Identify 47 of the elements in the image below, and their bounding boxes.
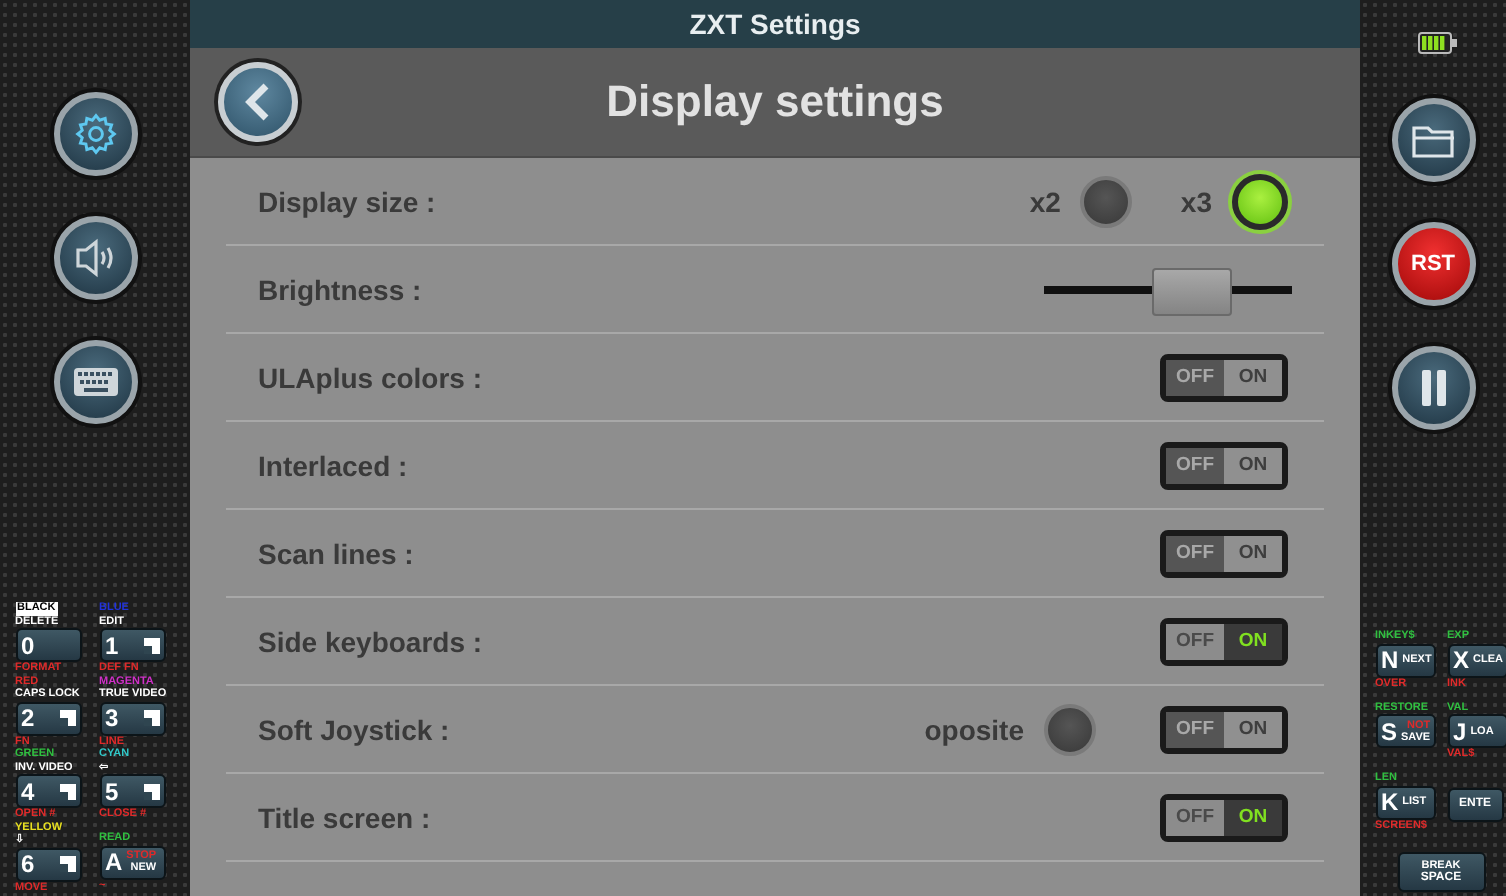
keyboard-key[interactable]: 1 (99, 628, 165, 662)
option-label: x2 (1029, 185, 1061, 217)
pause-button[interactable] (1391, 346, 1475, 430)
settings-icon (73, 112, 117, 156)
keyboard-key[interactable]: 0 (15, 628, 81, 662)
block-graphic-icon (59, 783, 75, 799)
option-label: oposite (924, 713, 1024, 745)
keyboard-key[interactable]: 2 (15, 701, 81, 735)
radio-button[interactable] (1232, 173, 1288, 229)
block-graphic-icon (143, 637, 159, 653)
keyboard-key[interactable]: 3 (99, 701, 165, 735)
keyboard-key[interactable]: 6 (15, 847, 81, 881)
keyboard-button[interactable] (53, 340, 137, 424)
block-graphic-icon (143, 783, 159, 799)
back-icon (244, 82, 272, 122)
setting-label: Side keyboards : (258, 625, 483, 657)
setting-label: ULAplus colors : (258, 361, 483, 393)
back-button[interactable] (218, 62, 298, 142)
keyboard-key[interactable]: 5 (99, 774, 165, 808)
settings-button[interactable] (53, 92, 137, 176)
setting-label: Display size : (258, 185, 436, 217)
setting-label: Title screen : (258, 801, 431, 833)
reset-button[interactable]: RST (1391, 222, 1475, 306)
speaker-icon (73, 238, 117, 278)
sound-button[interactable] (53, 216, 137, 300)
setting-label: Interlaced : (258, 449, 408, 481)
folder-button[interactable] (1391, 98, 1475, 182)
setting-label: Brightness : (258, 273, 422, 305)
toggle-switch[interactable]: OFF ON (1160, 617, 1288, 665)
toggle-switch[interactable]: OFF ON (1160, 793, 1288, 841)
battery-icon (1417, 32, 1457, 54)
setting-label: Soft Joystick : (258, 713, 450, 745)
slider-thumb[interactable] (1152, 267, 1233, 315)
radio-button[interactable] (1044, 703, 1096, 755)
block-graphic-icon (143, 710, 159, 726)
folder-icon (1409, 120, 1457, 160)
page-title: Display settings (606, 76, 944, 128)
keyboard-icon (71, 366, 119, 398)
option-label: x3 (1180, 185, 1212, 217)
block-graphic-icon (59, 710, 75, 726)
radio-button[interactable] (1080, 175, 1133, 227)
block-graphic-icon (59, 856, 75, 872)
pause-icon (1417, 368, 1449, 408)
keyboard-key[interactable]: 4 (15, 774, 81, 808)
window-title: ZXT Settings (689, 8, 861, 40)
setting-label: Scan lines : (258, 537, 414, 569)
brightness-slider[interactable] (1044, 265, 1292, 313)
